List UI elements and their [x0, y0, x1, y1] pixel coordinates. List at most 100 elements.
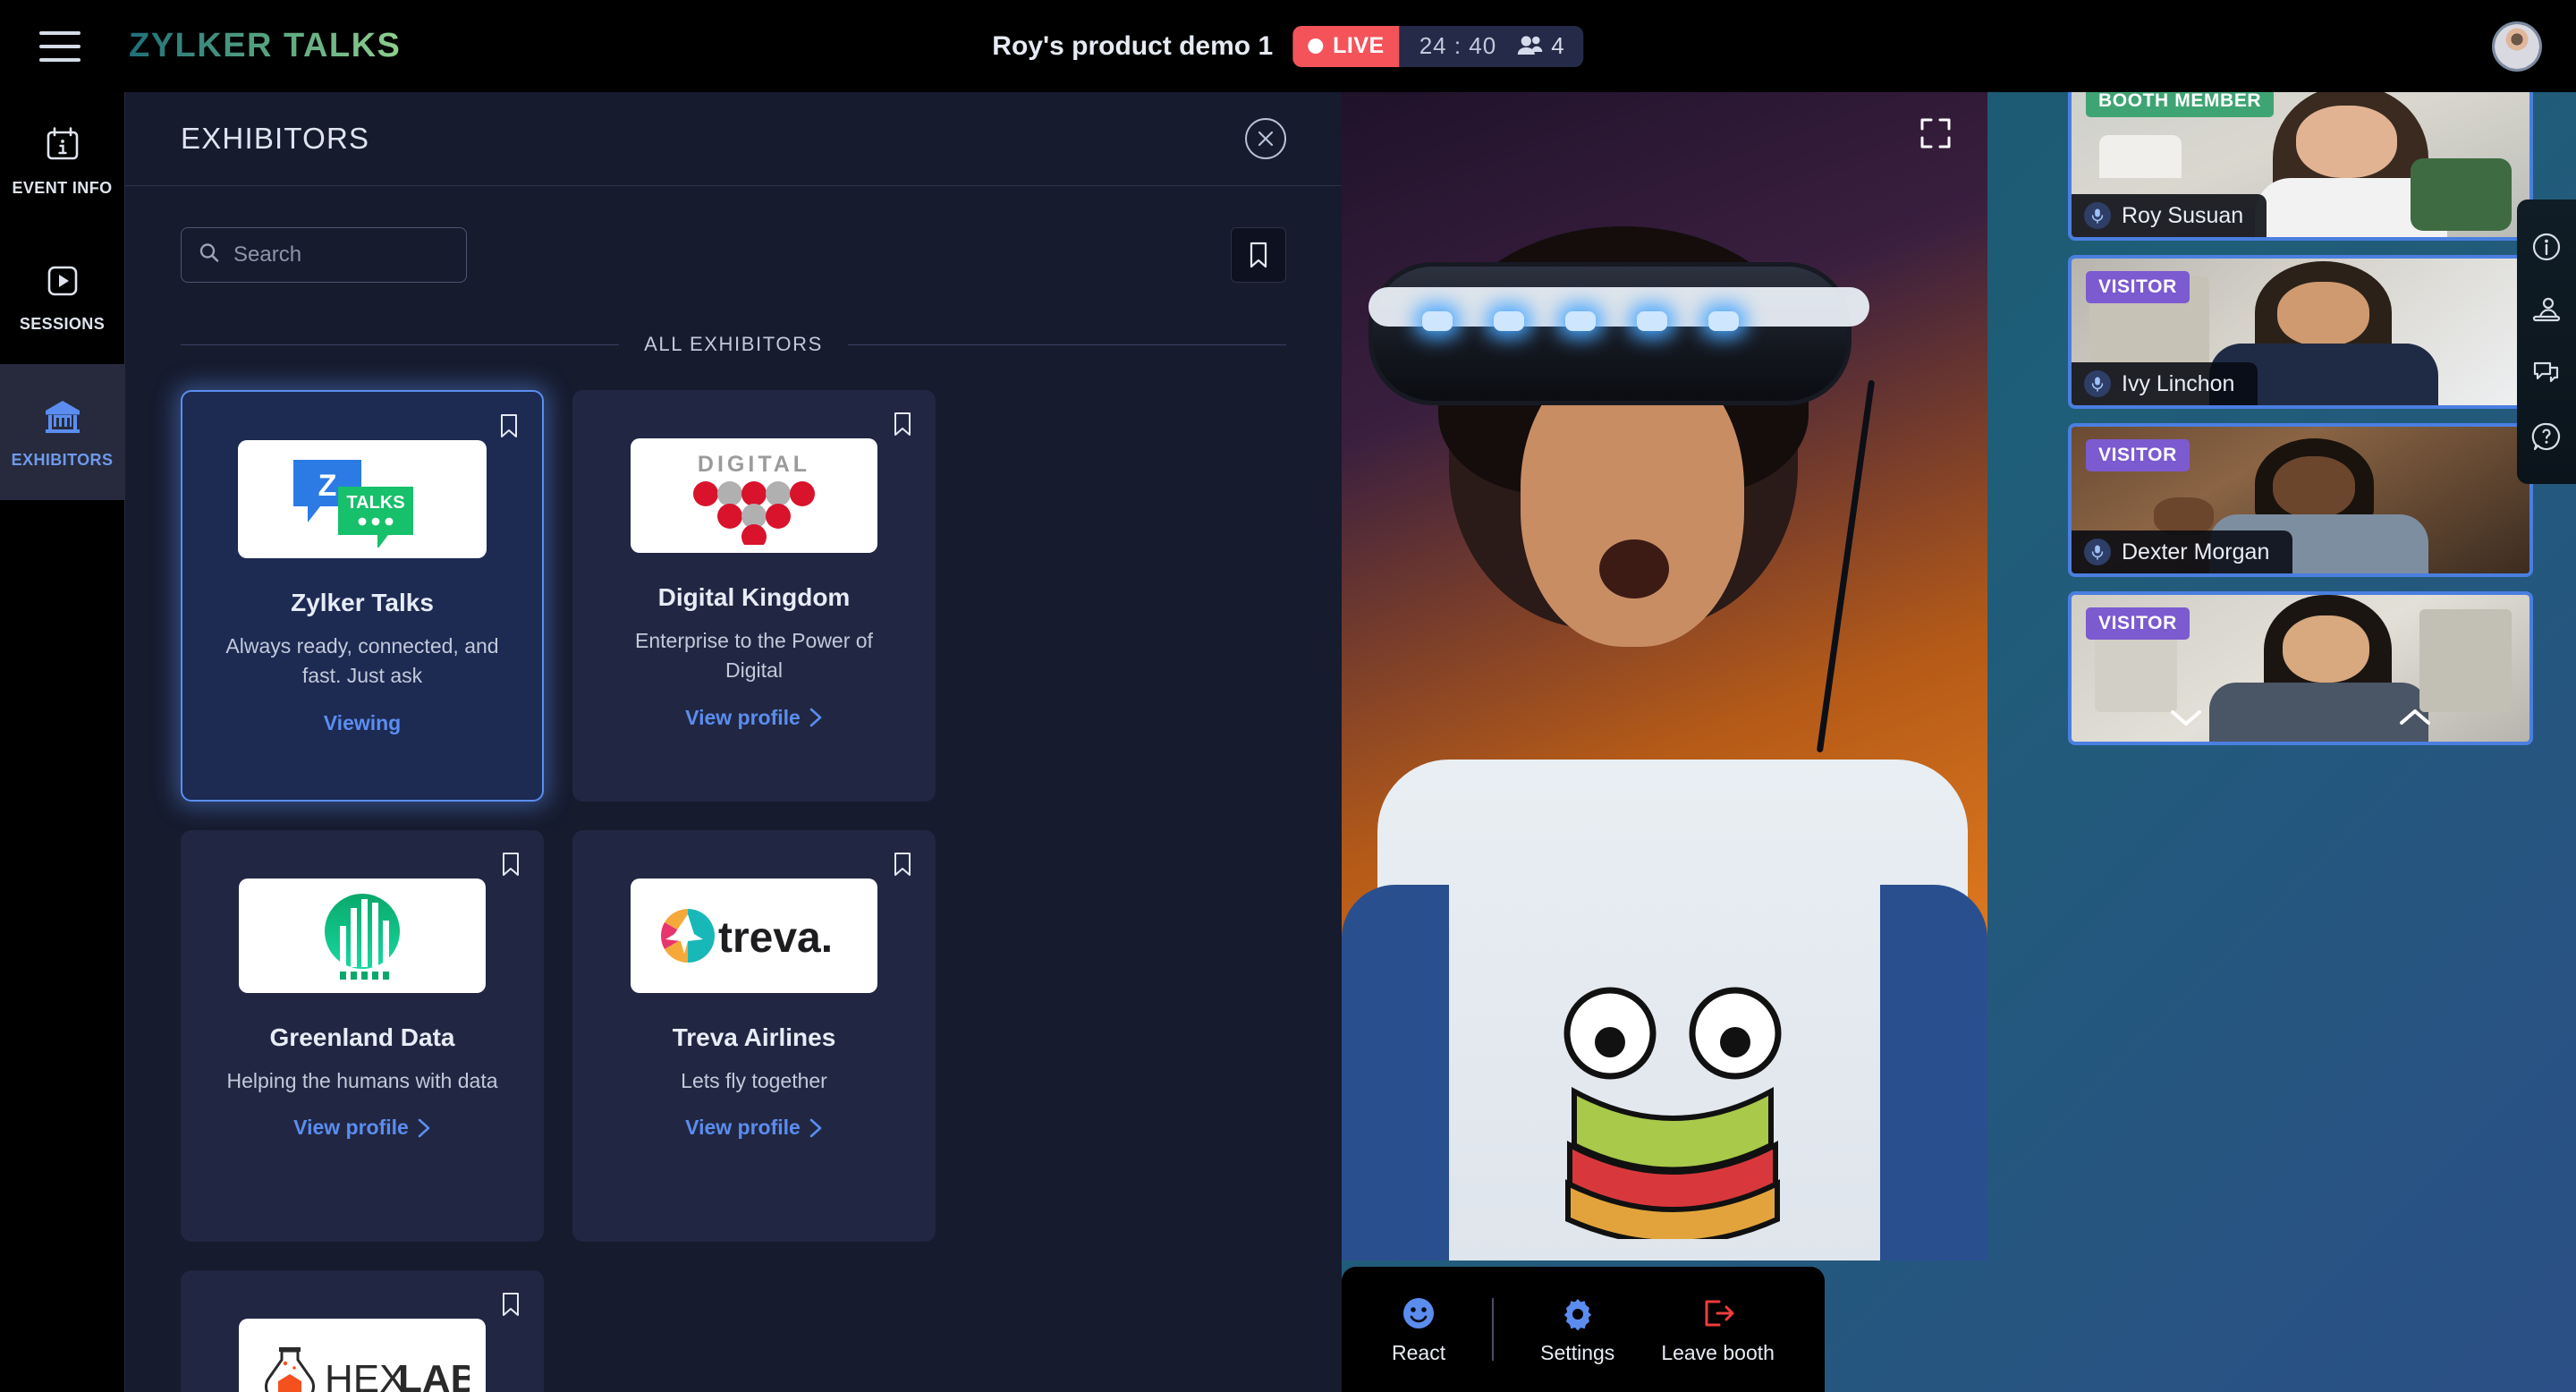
toolbar-divider [1492, 1298, 1495, 1361]
page-title: Roy's product demo 1 [992, 30, 1274, 61]
participant-tile[interactable]: BOOTH MEMBER Roy Susuan [2068, 69, 2533, 241]
bookmark-icon[interactable] [893, 852, 912, 881]
video-presenter [1342, 92, 1987, 1260]
exhibitor-name: Treva Airlines [672, 1023, 836, 1051]
sidebar-item-exhibitors[interactable]: EXHIBITORS [0, 364, 124, 500]
smiley-icon [1403, 1297, 1435, 1328]
treva-airlines-logo: treva. [660, 909, 833, 963]
sidebar-item-label: SESSIONS [19, 315, 106, 333]
sidebar-item-label: EXHIBITORS [11, 451, 114, 469]
zylker-talks-text: TALKS [346, 493, 404, 513]
bookmark-icon[interactable] [501, 852, 521, 881]
sidebar-item-label: EVENT INFO [12, 179, 113, 197]
leave-booth-label: Leave booth [1661, 1340, 1775, 1364]
bookmark-icon [1250, 242, 1267, 268]
exhibitor-logo: Z TALKS [238, 440, 487, 558]
brand-logo: ZYLKER TALKS [129, 27, 402, 64]
main-video-feed[interactable] [1342, 92, 1987, 1260]
divider-line-left [181, 344, 620, 345]
exhibitor-action-link[interactable]: View profile [599, 706, 909, 730]
section-label: ALL EXHIBITORS [644, 333, 823, 355]
panel-header: EXHIBITORS [125, 92, 1342, 186]
participant-tile[interactable]: VISITOR [2068, 591, 2533, 745]
exhibitor-card[interactable]: HEX LAB Hexa Labs Knowledge, excellence … [181, 1270, 544, 1392]
exhibitor-card[interactable]: treva. Treva Airlines Lets fly together … [572, 830, 936, 1242]
bookmark-icon[interactable] [501, 1292, 521, 1321]
zylker-z-letter: Z [318, 469, 337, 503]
people-icon [1517, 35, 1543, 55]
participant-tile[interactable]: VISITOR Ivy Linchon [2068, 255, 2533, 409]
participant-tile[interactable]: VISITOR Dexter Morgan [2068, 423, 2533, 577]
live-label: LIVE [1333, 33, 1385, 58]
exit-icon [1705, 1300, 1734, 1326]
avatar[interactable] [2492, 21, 2542, 72]
hamburger-icon[interactable] [39, 30, 80, 62]
app-root: ZYLKER TALKS Roy's product demo 1 LIVE 2… [0, 0, 2576, 1392]
hex-wordmark: HEX [325, 1357, 405, 1392]
search-input[interactable] [181, 227, 467, 283]
react-button[interactable]: React [1392, 1294, 1445, 1365]
sidebar-item-sessions[interactable]: SESSIONS [0, 228, 124, 364]
exhibitor-logo: DIGITAL [631, 438, 877, 553]
participant-name: Ivy Linchon [2122, 370, 2235, 396]
exhibitor-name: Greenland Data [269, 1023, 455, 1051]
participant-name-label: Dexter Morgan [2072, 530, 2293, 573]
chevron-right-icon [418, 1118, 430, 1138]
settings-button[interactable]: Settings [1540, 1294, 1614, 1365]
gear-icon [1563, 1298, 1591, 1330]
live-dot-icon [1308, 38, 1324, 54]
panel-title: EXHIBITORS [181, 122, 370, 155]
right-icon-rail [2517, 199, 2576, 484]
exhibitor-card[interactable]: Z TALKS Zylker Talks Always ready, conne… [181, 390, 544, 802]
live-status-pill: LIVE 24 : 40 4 [1292, 25, 1584, 67]
exhibitor-action-link[interactable]: View profile [599, 1116, 909, 1140]
status-badge: VISITOR [2086, 607, 2190, 640]
chevron-right-icon [809, 708, 822, 727]
exhibitor-description: Always ready, connected, and fast. Just … [225, 634, 499, 688]
exhibitor-action-link[interactable]: Viewing [209, 711, 515, 735]
exhibitor-action-link[interactable]: View profile [208, 1116, 517, 1140]
status-badge-live: LIVE [1292, 25, 1400, 67]
top-bar: ZYLKER TALKS Roy's product demo 1 LIVE 2… [0, 0, 2576, 92]
chevron-right-icon [809, 1118, 822, 1138]
leave-booth-button[interactable]: Leave booth [1661, 1294, 1775, 1365]
calendar-info-icon [40, 123, 85, 167]
booth-staff-icon[interactable] [2526, 290, 2567, 331]
lab-wordmark: LAB [398, 1357, 470, 1392]
play-square-icon [40, 259, 85, 303]
expand-icon[interactable] [1919, 117, 1952, 154]
avatar-image [2495, 23, 2539, 69]
settings-label: Settings [1540, 1340, 1615, 1364]
close-icon[interactable] [1245, 118, 1286, 159]
exhibitor-card[interactable]: DIGITAL Digital Kingdom Enterprise to th… [572, 390, 936, 802]
participant-name: Dexter Morgan [2122, 539, 2270, 564]
participant-name-label: Roy Susuan [2072, 194, 2267, 237]
exhibitor-description: Lets fly together [681, 1069, 827, 1092]
exhibitors-panel: EXHIBITORS Search ALL EXHIBITORS Z TALKS… [125, 92, 1342, 1392]
exhibitor-description: Enterprise to the Power of Digital [635, 629, 873, 683]
participant-name: Roy Susuan [2122, 202, 2244, 228]
search-icon [199, 242, 220, 268]
greenland-data-logo [325, 894, 400, 980]
chat-icon[interactable] [2526, 352, 2567, 394]
left-nav-rail: EVENT INFO SESSIONS EXHIBITORS [0, 92, 125, 1392]
sidebar-item-event-info[interactable]: EVENT INFO [0, 92, 124, 228]
vr-headset [1368, 262, 1852, 405]
treva-wordmark: treva. [718, 914, 833, 962]
chevron-up-icon[interactable] [2397, 707, 2433, 733]
stage-area: BOOTH MEMBER Roy Susuan VISITOR Ivy Linc… [1342, 69, 2576, 1392]
digital-kingdom-logo: DIGITAL [693, 452, 815, 545]
mic-icon [2084, 539, 2111, 565]
exhibitor-action-label: View profile [293, 1116, 409, 1140]
status-badge: VISITOR [2086, 271, 2190, 303]
chevron-down-icon[interactable] [2168, 707, 2204, 733]
exhibitor-card[interactable]: Greenland Data Helping the humans with d… [181, 830, 544, 1242]
help-icon[interactable] [2526, 416, 2567, 457]
bookmark-icon[interactable] [893, 412, 912, 441]
info-circle-icon[interactable] [2526, 226, 2567, 267]
exhibitor-name: Digital Kingdom [657, 583, 851, 611]
bookmark-icon[interactable] [499, 413, 519, 443]
mic-icon [2084, 202, 2111, 229]
bookmark-filter-button[interactable] [1231, 227, 1286, 283]
participant-count: 4 [1516, 32, 1583, 60]
